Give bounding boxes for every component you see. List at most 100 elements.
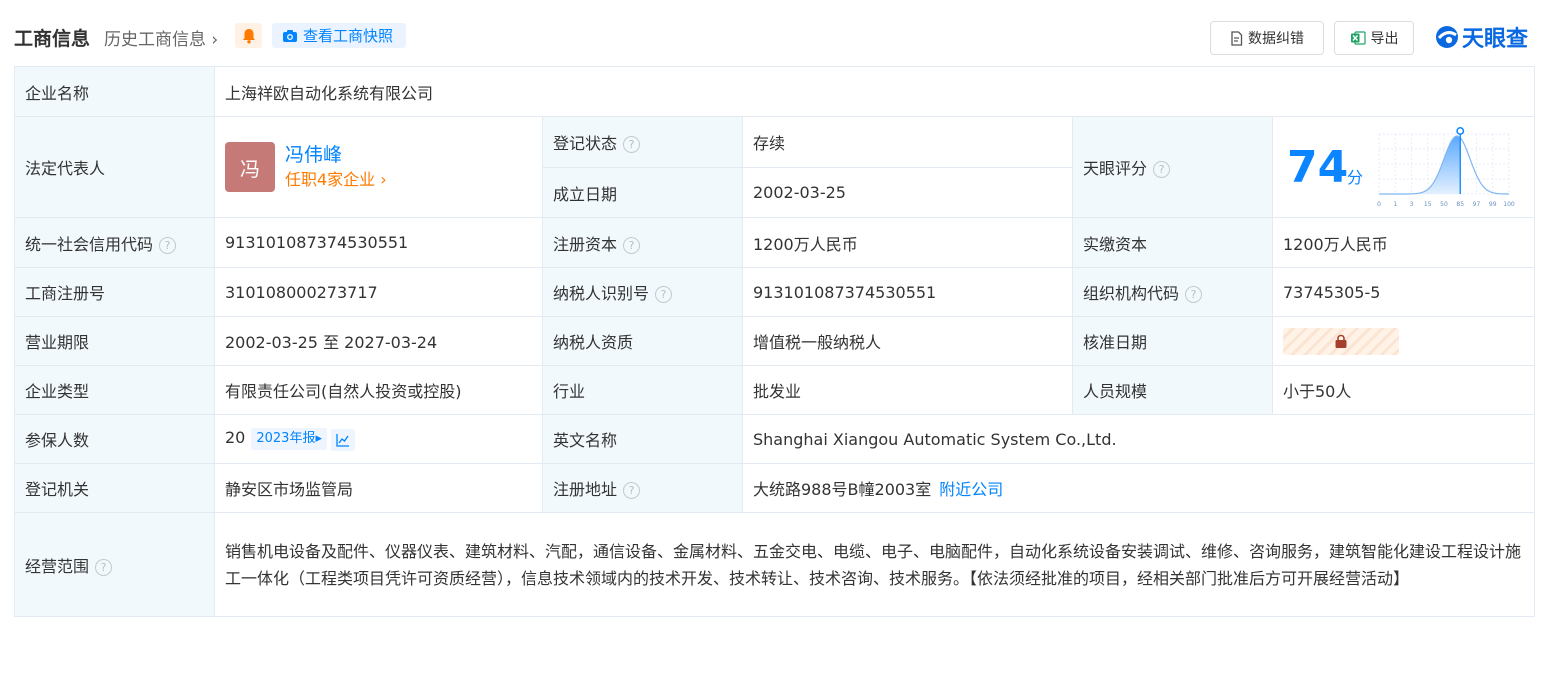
history-link[interactable]: 历史工商信息 › xyxy=(104,25,218,50)
reg-no: 310108000273717 xyxy=(214,267,543,317)
company-type: 有限责任公司(自然人投资或控股) xyxy=(214,365,543,415)
chart-tick-label: 97 xyxy=(1473,201,1481,208)
legal-rep-label: 法定代表人 xyxy=(14,116,215,218)
help-icon[interactable]: ? xyxy=(95,558,113,576)
insured-label: 参保人数 xyxy=(14,414,215,464)
export-label: 导出 xyxy=(1370,31,1399,47)
score-label: 天眼评分 xyxy=(1083,159,1148,178)
help-icon[interactable]: ? xyxy=(1185,286,1203,303)
org-code-label: 组织机构代码 xyxy=(1083,284,1180,303)
chart-tick-label: 15 xyxy=(1424,201,1432,208)
bell-icon xyxy=(242,28,255,43)
section-title: 工商信息 xyxy=(14,28,91,50)
data-correction-label: 数据纠错 xyxy=(1248,31,1304,47)
table-row: 参保人数 20 2023年报▸ 英文名称 Shanghai Xiangou Aut… xyxy=(14,414,1536,464)
help-icon[interactable]: ? xyxy=(623,236,641,254)
paid-capital-label: 实缴资本 xyxy=(1072,217,1273,268)
score-distribution-chart: 0 1 3 15 50 85 97 99 100 xyxy=(1377,127,1515,208)
help-icon[interactable]: ? xyxy=(623,482,641,499)
staff-size: 小于50人 xyxy=(1271,365,1536,415)
address-label: 注册地址 xyxy=(553,480,618,499)
help-icon[interactable]: ? xyxy=(1153,161,1171,178)
help-icon[interactable]: ? xyxy=(655,286,673,303)
approval-date-label: 核准日期 xyxy=(1072,316,1273,366)
tianyancha-logo-icon xyxy=(1436,26,1458,48)
taxpayer-qual-label: 纳税人资质 xyxy=(542,316,743,366)
score-label-cell: 天眼评分? xyxy=(1072,116,1273,218)
legal-rep-name[interactable]: 冯伟峰 xyxy=(285,142,387,168)
legal-rep-cell: 冯 冯伟峰 任职4家企业 › xyxy=(214,116,543,218)
chart-tick-label: 100 xyxy=(1503,201,1515,208)
reg-capital-label-cell: 注册资本? xyxy=(542,217,743,268)
trend-chart-button[interactable] xyxy=(330,428,355,451)
english-name: Shanghai Xiangou Automatic System Co.,Lt… xyxy=(741,414,1536,464)
score-value: 74 xyxy=(1287,142,1349,193)
document-icon xyxy=(1231,30,1243,46)
help-icon[interactable]: ? xyxy=(159,236,177,254)
score-area xyxy=(1379,136,1461,194)
status-label-cell: 登记状态? xyxy=(542,116,743,168)
chart-tick-label: 3 xyxy=(1410,201,1414,208)
avatar[interactable]: 冯 xyxy=(225,142,275,192)
snapshot-button[interactable]: 查看工商快照 xyxy=(272,23,406,48)
industry: 批发业 xyxy=(742,365,1073,415)
taxpayer-id: 913101087374530551 xyxy=(742,267,1073,317)
table-row: 经营范围? 销售机电设备及配件、仪器仪表、建筑材料、汽配，通信设备、金属材料、五… xyxy=(14,512,1536,617)
locked-value[interactable] xyxy=(1283,327,1399,355)
credit-code: 913101087374530551 xyxy=(214,217,543,268)
chevron-right-icon: › xyxy=(211,30,219,50)
table-row: 营业期限 2002-03-25 至 2027-03-24 纳税人资质 增值税一般… xyxy=(14,316,1536,366)
company-name: 上海祥欧自动化系统有限公司 xyxy=(213,66,1536,117)
staff-size-label: 人员规模 xyxy=(1072,365,1273,415)
table-row: 企业名称 上海祥欧自动化系统有限公司 xyxy=(14,66,1536,117)
term: 2002-03-25 至 2027-03-24 xyxy=(214,316,543,366)
table-row: 统一社会信用代码? 913101087374530551 注册资本? 1200万… xyxy=(14,217,1536,268)
paid-capital: 1200万人民币 xyxy=(1271,217,1536,268)
legal-rep-companies-link[interactable]: 任职4家企业 › xyxy=(285,168,387,192)
credit-code-label: 统一社会信用代码 xyxy=(25,234,154,254)
address: 大统路988号B幢2003室 xyxy=(753,480,932,499)
term-label: 营业期限 xyxy=(14,316,215,366)
scope-label-cell: 经营范围? xyxy=(14,512,215,617)
chart-tick-label: 0 xyxy=(1377,201,1381,208)
org-code-label-cell: 组织机构代码? xyxy=(1072,267,1273,317)
nearby-companies-link[interactable]: 附近公司 xyxy=(939,480,1003,499)
taxpayer-id-label-cell: 纳税人识别号? xyxy=(542,267,743,317)
score-unit: 分 xyxy=(1347,168,1364,187)
annual-report-year-button[interactable]: 2023年报▸ xyxy=(251,427,327,450)
chart-tick-label: 99 xyxy=(1489,201,1497,208)
reg-capital: 1200万人民币 xyxy=(742,217,1073,268)
business-scope: 销售机电设备及配件、仪器仪表、建筑材料、汽配，通信设备、金属材料、五金交电、电缆… xyxy=(213,512,1536,617)
monitor-bell-button[interactable] xyxy=(235,23,262,48)
table-row: 登记机关 静安区市场监管局 注册地址? 大统路988号B幢2003室 附近公司 xyxy=(14,463,1536,513)
taxpayer-id-label: 纳税人识别号 xyxy=(553,284,650,303)
chevron-right-icon: › xyxy=(380,170,387,189)
section-header: 工商信息 历史工商信息 › 查看工商快照 数据纠错 导出 天眼查 xyxy=(14,18,1534,58)
status-badge: 存续 xyxy=(742,116,1073,168)
export-button[interactable]: 导出 xyxy=(1334,21,1414,55)
score-cell[interactable]: 74 分 0 1 3 15 50 85 97 99 100 xyxy=(1271,116,1536,218)
brand-logo: 天眼查 xyxy=(1434,20,1536,54)
chart-tick-label: 1 xyxy=(1393,201,1397,208)
authority: 静安区市场监管局 xyxy=(214,463,543,513)
org-code: 73745305-5 xyxy=(1271,267,1536,317)
snapshot-label: 查看工商快照 xyxy=(303,27,394,45)
approval-date-cell xyxy=(1271,316,1536,366)
camera-icon xyxy=(283,29,297,42)
business-info-table: 企业名称 上海祥欧自动化系统有限公司 法定代表人 冯 冯伟峰 任职4家企业 › … xyxy=(14,66,1536,617)
founded-date: 2002-03-25 xyxy=(742,167,1073,218)
english-name-label: 英文名称 xyxy=(542,414,743,464)
help-icon[interactable]: ? xyxy=(623,136,641,153)
trend-chart-icon xyxy=(336,433,349,447)
insured-cell: 20 2023年报▸ xyxy=(214,414,543,464)
chart-tick-label: 85 xyxy=(1456,201,1464,208)
logo-text: 天眼查 xyxy=(1462,27,1529,52)
address-label-cell: 注册地址? xyxy=(542,463,743,513)
chart-tick-label: 50 xyxy=(1440,201,1448,208)
reg-capital-label: 注册资本 xyxy=(553,234,618,254)
data-correction-button[interactable]: 数据纠错 xyxy=(1210,21,1324,55)
company-type-label: 企业类型 xyxy=(14,365,215,415)
lock-icon xyxy=(1335,334,1347,348)
scope-label: 经营范围 xyxy=(25,556,90,576)
status-label: 登记状态 xyxy=(553,134,618,153)
